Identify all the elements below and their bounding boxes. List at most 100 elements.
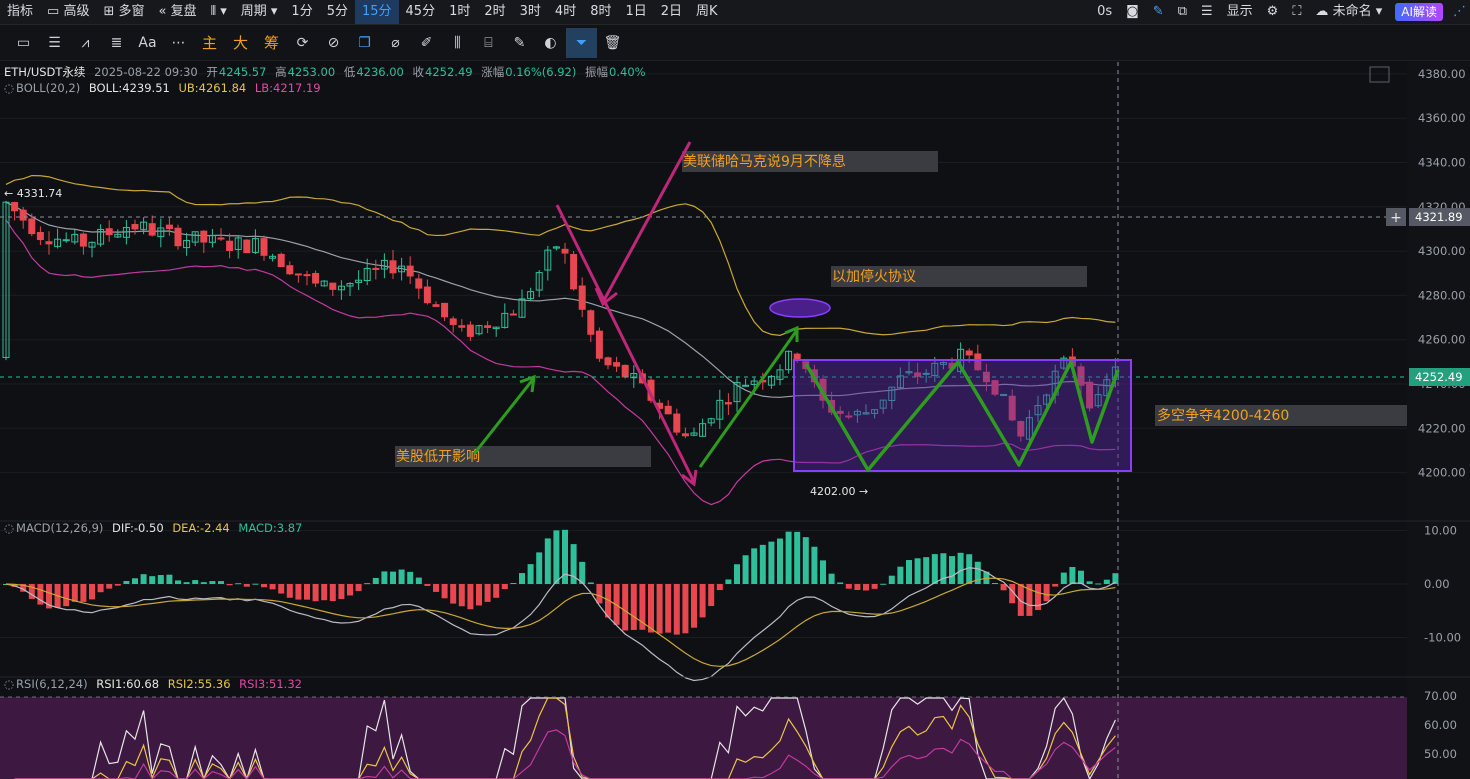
price-tick: 4340.00 bbox=[1418, 156, 1466, 170]
copy-icon[interactable]: ❐ bbox=[349, 28, 380, 58]
candle-body bbox=[165, 224, 173, 230]
tab-4h[interactable]: 4时 bbox=[548, 0, 583, 24]
high-marker: ← 4331.74 bbox=[4, 187, 62, 200]
macd-bar bbox=[166, 574, 173, 584]
clipboard-icon[interactable]: ⌸ bbox=[473, 28, 504, 58]
macd-tick: -10.00 bbox=[1424, 631, 1461, 645]
tab-1m[interactable]: 1分 bbox=[284, 0, 319, 24]
list-icon[interactable]: ≣ bbox=[101, 28, 132, 58]
open-value: 4245.57 bbox=[218, 65, 267, 79]
candle-body bbox=[613, 362, 621, 367]
main-button[interactable]: 主 bbox=[194, 28, 225, 58]
boll-ub: UB:4261.84 bbox=[178, 81, 247, 95]
share-box-icon[interactable]: ⧉ bbox=[1171, 0, 1194, 24]
fullscreen-icon[interactable]: ⛶ bbox=[1285, 0, 1308, 24]
macd-bar bbox=[381, 571, 388, 584]
macd-bar bbox=[751, 548, 758, 584]
macd-info[interactable]: ◌ MACD(12,26,9) DIF:-0.50 DEA:-2.44 MACD:… bbox=[4, 521, 307, 535]
menu-multi-window[interactable]: ⊞ 多窗 bbox=[96, 0, 151, 24]
big-button[interactable]: 大 bbox=[225, 28, 256, 58]
macd-bar bbox=[759, 544, 766, 584]
font-icon[interactable]: Aa bbox=[132, 28, 163, 58]
filter-icon[interactable]: ⏷ bbox=[566, 27, 597, 58]
price-tick: 4380.00 bbox=[1418, 67, 1466, 81]
macd-bar bbox=[407, 571, 414, 584]
candle-body bbox=[415, 278, 423, 289]
kline-chart[interactable]: 美联储哈马克说9月不降息 以加停火协议 美股低开影响 多空争夺4200-4260… bbox=[0, 62, 1470, 779]
candle-body bbox=[79, 233, 87, 247]
list-settings-icon[interactable]: ☰ bbox=[1194, 0, 1220, 24]
tab-45m[interactable]: 45分 bbox=[399, 0, 443, 24]
range-box[interactable] bbox=[793, 359, 1132, 472]
macd-bar bbox=[390, 571, 396, 584]
tab-1d[interactable]: 1日 bbox=[618, 0, 653, 24]
brush-icon[interactable]: ⊘ bbox=[318, 28, 349, 58]
ruler-icon[interactable]: ⌀ bbox=[380, 28, 411, 58]
eye-icon[interactable]: ◌ bbox=[4, 81, 14, 95]
close-value: 4252.49 bbox=[425, 65, 473, 79]
macd-bar bbox=[89, 584, 95, 600]
trash-icon[interactable]: 🗑 bbox=[597, 28, 628, 58]
macd-bar bbox=[304, 584, 310, 600]
tab-1h[interactable]: 1时 bbox=[442, 0, 477, 24]
annotation-stocks[interactable]: 美股低开影响 bbox=[396, 449, 480, 465]
macd-bar bbox=[97, 584, 104, 593]
rsi-tick: 50.00 bbox=[1424, 747, 1457, 761]
camera-icon[interactable]: ◙ bbox=[1119, 0, 1146, 24]
layout-name-button[interactable]: ☁ 未命名 ▾ bbox=[1308, 0, 1389, 24]
ellipse-marker[interactable] bbox=[769, 298, 831, 318]
refresh-icon[interactable]: ⟳ bbox=[287, 28, 318, 58]
rsi-info[interactable]: ◌ RSI(6,12,24) RSI1:60.68 RSI2:55.36 RSI3… bbox=[4, 677, 307, 691]
candle-body bbox=[441, 302, 449, 318]
share-icon[interactable]: ⋰ bbox=[1449, 0, 1470, 24]
eraser-icon[interactable]: ◐ bbox=[535, 28, 566, 58]
tab-1w[interactable]: 周K bbox=[689, 0, 725, 24]
macd-bar bbox=[269, 584, 276, 590]
pen-icon[interactable]: ✐ bbox=[411, 28, 442, 58]
more-icon[interactable]: ⋯ bbox=[163, 28, 194, 58]
macd-bar bbox=[1043, 584, 1050, 602]
candle-body bbox=[243, 239, 251, 254]
macd-bar bbox=[914, 558, 921, 584]
gear-icon[interactable]: ⚙ bbox=[1260, 0, 1286, 24]
edit-icon[interactable]: ✎ bbox=[504, 28, 535, 58]
ai-analysis-button[interactable]: AI解读 bbox=[1395, 3, 1443, 21]
lines-icon[interactable]: ☰ bbox=[39, 28, 70, 58]
macd-bar bbox=[114, 584, 121, 586]
annotation-fed[interactable]: 美联储哈马克说9月不降息 bbox=[683, 153, 846, 170]
tab-8h[interactable]: 8时 bbox=[583, 0, 618, 24]
macd-bar bbox=[140, 574, 147, 584]
annotation-range[interactable]: 多空争夺4200-4260 bbox=[1157, 407, 1289, 424]
indicator-icon[interactable]: ⩘ bbox=[70, 28, 101, 58]
eye-icon[interactable]: ◌ bbox=[4, 677, 14, 691]
macd-bar bbox=[794, 531, 801, 584]
chips-button[interactable]: 筹 bbox=[256, 28, 287, 58]
macd-bar bbox=[157, 575, 164, 584]
boll-info[interactable]: ◌ BOLL(20,2) BOLL:4239.51 UB:4261.84 LB:4… bbox=[4, 81, 326, 95]
price-tick: 4200.00 bbox=[1418, 466, 1466, 480]
period-dropdown[interactable]: 周期 ▾ bbox=[234, 0, 285, 24]
candle-body bbox=[148, 223, 156, 236]
tab-2d[interactable]: 2日 bbox=[654, 0, 689, 24]
tab-2h[interactable]: 2时 bbox=[477, 0, 512, 24]
macd-bar bbox=[235, 583, 242, 585]
eye-icon[interactable]: ◌ bbox=[4, 521, 14, 535]
macd-bar bbox=[1060, 572, 1067, 584]
macd-bar bbox=[906, 560, 912, 584]
candle-body bbox=[226, 240, 234, 252]
macd-bar bbox=[338, 584, 345, 600]
annotation-ceasefire[interactable]: 以加停火协议 bbox=[832, 268, 916, 285]
candle-body bbox=[621, 364, 629, 378]
menu-indicators[interactable]: 指标 bbox=[0, 0, 40, 24]
tab-3h[interactable]: 3时 bbox=[513, 0, 548, 24]
pen-icon[interactable]: ✎ bbox=[1146, 0, 1171, 24]
rect-icon[interactable]: ▭ bbox=[8, 28, 39, 58]
menu-advanced[interactable]: ▭ 高级 bbox=[40, 0, 96, 24]
last-price: 4252.49 bbox=[1415, 370, 1463, 384]
display-button[interactable]: 显示 bbox=[1220, 0, 1260, 24]
compare-icon[interactable]: ⫼ bbox=[442, 28, 473, 58]
tab-5m[interactable]: 5分 bbox=[320, 0, 355, 24]
menu-replay[interactable]: « 复盘 bbox=[152, 0, 204, 24]
tab-15m[interactable]: 15分 bbox=[354, 0, 399, 24]
chart-type-dropdown[interactable]: ⫴ ▾ bbox=[204, 0, 234, 24]
